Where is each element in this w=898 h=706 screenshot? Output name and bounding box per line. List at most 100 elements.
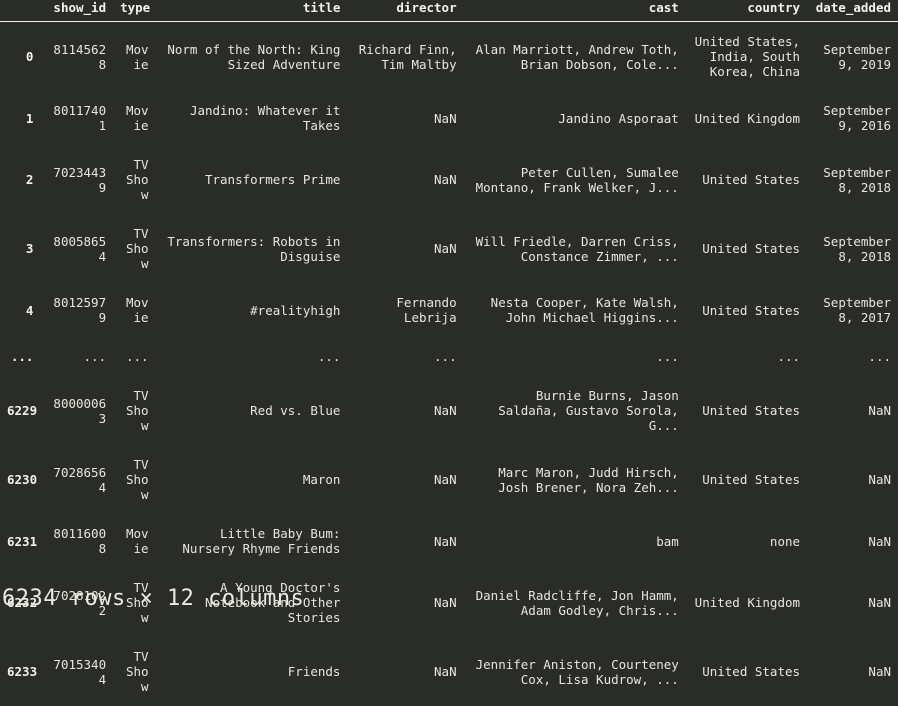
cell-date_added: NaN <box>807 514 898 568</box>
cell-show_id: 80000063 <box>40 376 113 445</box>
cell-date_added: September 9, 2016 <box>807 91 898 145</box>
cell-cast: Burnie Burns, Jason Saldaña, Gustavo Sor… <box>464 376 686 445</box>
column-header-date_added: date_added <box>807 0 898 22</box>
cell-title: #realityhigh <box>156 283 348 337</box>
cell-cast: Nesta Cooper, Kate Walsh, John Michael H… <box>464 283 686 337</box>
cell-title: Jandino: Whatever it Takes <box>156 91 348 145</box>
cell-country: ... <box>686 337 807 376</box>
cell-country: United States <box>686 637 807 706</box>
cell-director: NaN <box>347 145 463 214</box>
header-row: show_id type title director cast country… <box>0 0 898 22</box>
cell-show_id: 80117401 <box>40 91 113 145</box>
cell-cast: Daniel Radcliffe, Jon Hamm, Adam Godley,… <box>464 568 686 637</box>
column-header-type: type <box>113 0 155 22</box>
cell-country: none <box>686 514 807 568</box>
cell-date_added: NaN <box>807 637 898 706</box>
table-row: 6233 70153404 TV Show Friends NaN Jennif… <box>0 637 898 706</box>
cell-title: Red vs. Blue <box>156 376 348 445</box>
cell-type: TV Show <box>113 145 155 214</box>
cell-date_added: September 8, 2017 <box>807 283 898 337</box>
cell-date_added: ... <box>807 337 898 376</box>
cell-type: TV Show <box>113 445 155 514</box>
table-row: 1 80117401 Movie Jandino: Whatever it Ta… <box>0 91 898 145</box>
cell-title: Maron <box>156 445 348 514</box>
cell-director: NaN <box>347 568 463 637</box>
cell-date_added: NaN <box>807 376 898 445</box>
table-row: 3 80058654 TV Show Transformers: Robots … <box>0 214 898 283</box>
cell-title: ... <box>156 337 348 376</box>
column-header-show_id: show_id <box>40 0 113 22</box>
cell-country: United States <box>686 445 807 514</box>
cell-country: United Kingdom <box>686 91 807 145</box>
cell-show_id: 80116008 <box>40 514 113 568</box>
cell-director: NaN <box>347 514 463 568</box>
cell-type: Movie <box>113 514 155 568</box>
row-index: 6229 <box>0 376 40 445</box>
cell-show_id: 81145628 <box>40 22 113 92</box>
cell-show_id: 70234439 <box>40 145 113 214</box>
cell-show_id: 80125979 <box>40 283 113 337</box>
row-index: 0 <box>0 22 40 92</box>
cell-title: Transformers: Robots in Disguise <box>156 214 348 283</box>
dataframe-shape-label: 6234 rows × 12 columns <box>2 586 304 612</box>
cell-type: TV Show <box>113 637 155 706</box>
cell-title: Transformers Prime <box>156 145 348 214</box>
cell-type: ... <box>113 337 155 376</box>
cell-cast: Jandino Asporaat <box>464 91 686 145</box>
cell-cast: ... <box>464 337 686 376</box>
cell-date_added: NaN <box>807 445 898 514</box>
cell-cast: Peter Cullen, Sumalee Montano, Frank Wel… <box>464 145 686 214</box>
row-index: 2 <box>0 145 40 214</box>
dataframe-output: show_id type title director cast country… <box>0 0 898 618</box>
table-row: 0 81145628 Movie Norm of the North: King… <box>0 22 898 92</box>
row-index: ... <box>0 337 40 376</box>
row-index: 4 <box>0 283 40 337</box>
cell-show_id: 80058654 <box>40 214 113 283</box>
cell-cast: bam <box>464 514 686 568</box>
column-header-index <box>0 0 40 22</box>
cell-country: United States <box>686 283 807 337</box>
cell-title: Norm of the North: King Sized Adventure <box>156 22 348 92</box>
column-header-country: country <box>686 0 807 22</box>
cell-date_added: September 8, 2018 <box>807 214 898 283</box>
cell-director: Fernando Lebrija <box>347 283 463 337</box>
cell-show_id: 70153404 <box>40 637 113 706</box>
cell-date_added: NaN <box>807 568 898 637</box>
cell-director: NaN <box>347 91 463 145</box>
column-header-cast: cast <box>464 0 686 22</box>
cell-director: NaN <box>347 445 463 514</box>
column-header-title: title <box>156 0 348 22</box>
cell-director: ... <box>347 337 463 376</box>
row-index: 1 <box>0 91 40 145</box>
cell-title: Little Baby Bum: Nursery Rhyme Friends <box>156 514 348 568</box>
cell-country: United States, India, South Korea, China <box>686 22 807 92</box>
table-row: 6229 80000063 TV Show Red vs. Blue NaN B… <box>0 376 898 445</box>
cell-country: United States <box>686 214 807 283</box>
table-row: 4 80125979 Movie #realityhigh Fernando L… <box>0 283 898 337</box>
cell-type: TV Show <box>113 376 155 445</box>
cell-show_id: ... <box>40 337 113 376</box>
cell-director: NaN <box>347 214 463 283</box>
cell-director: Richard Finn, Tim Maltby <box>347 22 463 92</box>
row-index: 3 <box>0 214 40 283</box>
cell-date_added: September 9, 2019 <box>807 22 898 92</box>
cell-type: TV Show <box>113 214 155 283</box>
cell-cast: Marc Maron, Judd Hirsch, Josh Brener, No… <box>464 445 686 514</box>
row-index: 6230 <box>0 445 40 514</box>
row-index: 6231 <box>0 514 40 568</box>
cell-director: NaN <box>347 376 463 445</box>
table-row-ellipsis: ... ... ... ... ... ... ... ... <box>0 337 898 376</box>
cell-title: Friends <box>156 637 348 706</box>
cell-country: United States <box>686 145 807 214</box>
cell-show_id: 70286564 <box>40 445 113 514</box>
table-row: 6230 70286564 TV Show Maron NaN Marc Mar… <box>0 445 898 514</box>
cell-country: United States <box>686 376 807 445</box>
cell-cast: Will Friedle, Darren Criss, Constance Zi… <box>464 214 686 283</box>
cell-cast: Alan Marriott, Andrew Toth, Brian Dobson… <box>464 22 686 92</box>
table-row: 6231 80116008 Movie Little Baby Bum: Nur… <box>0 514 898 568</box>
column-header-director: director <box>347 0 463 22</box>
cell-cast: Jennifer Aniston, Courteney Cox, Lisa Ku… <box>464 637 686 706</box>
cell-country: United Kingdom <box>686 568 807 637</box>
cell-date_added: September 8, 2018 <box>807 145 898 214</box>
cell-director: NaN <box>347 637 463 706</box>
